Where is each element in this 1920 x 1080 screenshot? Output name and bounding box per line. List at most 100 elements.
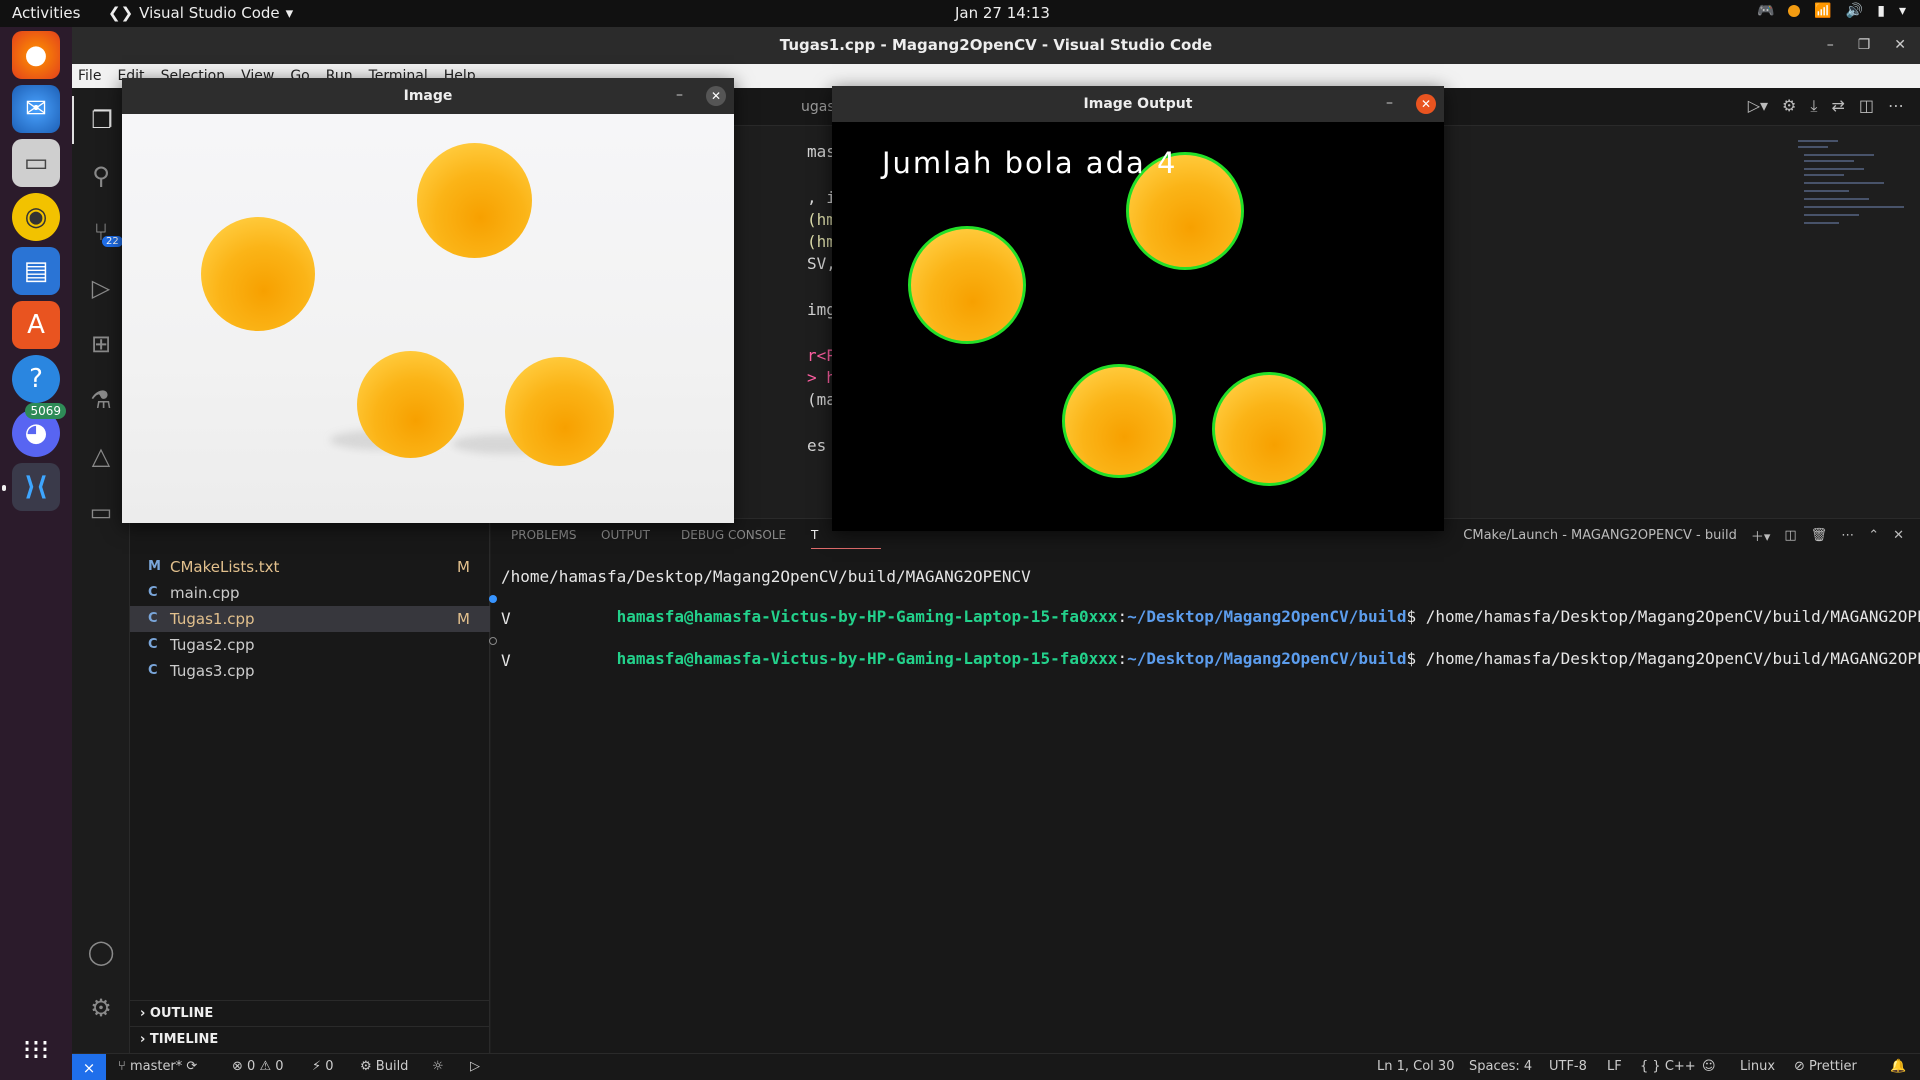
chevron-right-icon: ›: [140, 1006, 150, 1021]
detected-ball: [1062, 364, 1176, 478]
split-terminal-icon[interactable]: ◫: [1784, 528, 1796, 543]
ball-count-label: Jumlah bola ada 4: [882, 146, 1178, 180]
image-output-window-title: Image Output: [832, 86, 1444, 122]
power-icon[interactable]: ▾: [1899, 3, 1906, 19]
wifi-icon[interactable]: 📶: [1814, 3, 1831, 19]
terminal[interactable]: /home/hamasfa/Desktop/Magang2OpenCV/buil…: [489, 553, 1920, 1053]
window-title: Tugas1.cpp - Magang2OpenCV - Visual Stud…: [779, 36, 1213, 54]
problems-status[interactable]: ⊗ 0 ⚠ 0: [232, 1059, 284, 1074]
files-icon[interactable]: ▭: [12, 139, 60, 187]
show-apps-icon[interactable]: ⁝⁝⁝: [12, 1025, 60, 1073]
window-titlebar: Tugas1.cpp - Magang2OpenCV - Visual Stud…: [72, 27, 1920, 64]
run-icon[interactable]: ▷▾: [1748, 96, 1768, 116]
battery-icon[interactable]: ▮: [1877, 3, 1885, 19]
file-cmakelists[interactable]: M CMakeLists.txt M: [130, 554, 490, 580]
accounts-icon[interactable]: ◯: [72, 928, 130, 976]
volume-icon[interactable]: 🔊: [1846, 3, 1863, 19]
firefox-icon[interactable]: ●: [12, 31, 60, 79]
close-icon[interactable]: ✕: [1416, 94, 1436, 114]
outline-label: OUTLINE: [149, 1006, 214, 1021]
tab-terminal[interactable]: T: [811, 528, 881, 549]
encoding[interactable]: UTF-8: [1549, 1059, 1587, 1074]
detected-ball: [908, 226, 1026, 344]
thunderbird-icon[interactable]: ✉: [12, 85, 60, 133]
remote-icon[interactable]: ⨯: [72, 1054, 106, 1080]
tab-debug-console[interactable]: DEBUG CONSOLE: [681, 528, 786, 542]
terminal-prompt-line: hamasfa@hamasfa-Victus-by-HP-Gaming-Lapt…: [616, 649, 1920, 668]
copilot-icon[interactable]: ☺: [1702, 1059, 1716, 1074]
new-terminal-icon[interactable]: ＋▾: [1751, 526, 1771, 545]
formatter[interactable]: ⊘ Prettier: [1794, 1059, 1857, 1074]
discord-tray-icon[interactable]: 🎮: [1757, 3, 1774, 19]
app-center-icon[interactable]: A: [12, 301, 60, 349]
cpp-file-icon: C: [148, 637, 158, 652]
rhythmbox-icon[interactable]: ◉: [12, 193, 60, 241]
discord-icon[interactable]: ◕ 5069: [12, 403, 66, 457]
active-app-indicator: [2, 485, 6, 491]
file-tugas3-cpp[interactable]: C Tugas3.cpp: [130, 658, 490, 684]
chevron-up-icon[interactable]: ⌃: [1868, 528, 1879, 543]
debug-icon[interactable]: ☼: [432, 1059, 444, 1074]
branch-status[interactable]: ⑂ master* ⟳: [118, 1059, 197, 1074]
file-name: main.cpp: [170, 584, 240, 602]
minimap[interactable]: [1798, 140, 1908, 260]
timeline-label: TIMELINE: [149, 1032, 219, 1047]
command-pending-dot-icon[interactable]: [489, 637, 497, 645]
compare-icon[interactable]: ⇄: [1831, 96, 1844, 116]
close-panel-icon[interactable]: ✕: [1893, 528, 1904, 543]
file-name: CMakeLists.txt: [170, 558, 280, 576]
terminal-label[interactable]: CMake/Launch - MAGANG2OPENCV - build: [1463, 528, 1737, 543]
settings-icon[interactable]: ⚙: [1782, 96, 1796, 116]
tab-problems[interactable]: PROBLEMS: [511, 528, 577, 542]
status-bar: ⨯ ⑂ master* ⟳ ⊗ 0 ⚠ 0 ⚡ 0 ⚙ Build ☼ ▷ Ln…: [72, 1053, 1920, 1080]
file-tugas2-cpp[interactable]: C Tugas2.cpp: [130, 632, 490, 658]
terminal-wrap-line: V: [501, 651, 511, 670]
ports-status[interactable]: ⚡ 0: [312, 1059, 334, 1074]
activities-button[interactable]: Activities: [12, 4, 80, 22]
tab-output[interactable]: OUTPUT: [601, 528, 650, 542]
close-icon[interactable]: ✕: [706, 86, 726, 106]
clock[interactable]: Jan 27 14:13: [955, 4, 1050, 22]
gnome-top-bar: Activities ❮❯ Visual Studio Code ▾ Jan 2…: [0, 0, 1920, 27]
minimize-icon[interactable]: –: [1827, 27, 1834, 64]
maximize-icon[interactable]: ❐: [1858, 27, 1871, 64]
window-controls: – ❐ ✕: [1827, 27, 1906, 64]
outline-section[interactable]: › OUTLINE: [130, 1000, 490, 1026]
chevron-down-icon: ▾: [285, 4, 294, 22]
minimize-icon[interactable]: –: [1386, 86, 1393, 120]
minimize-icon[interactable]: –: [676, 78, 683, 112]
language-mode[interactable]: { } C++: [1640, 1059, 1696, 1074]
ball: [357, 351, 464, 458]
cursor-position[interactable]: Ln 1, Col 30: [1377, 1059, 1454, 1074]
more-actions-icon[interactable]: ⋯: [1841, 528, 1854, 543]
notifications-icon[interactable]: 🔔: [1890, 1059, 1906, 1074]
menu-file[interactable]: File: [78, 68, 101, 84]
vscode-icon[interactable]: ⟩⟨: [12, 463, 60, 511]
build-status[interactable]: ⚙ Build: [360, 1059, 408, 1074]
line-ending[interactable]: LF: [1607, 1059, 1622, 1074]
ball: [201, 217, 315, 331]
trash-icon[interactable]: 🗑: [1811, 528, 1828, 543]
file-tugas1-cpp[interactable]: C Tugas1.cpp M: [130, 606, 490, 632]
platform[interactable]: Linux: [1740, 1059, 1775, 1074]
app-menu[interactable]: ❮❯ Visual Studio Code ▾: [108, 4, 293, 22]
help-icon[interactable]: ?: [12, 355, 60, 403]
image-window[interactable]: Image – ✕: [122, 78, 734, 523]
editor-actions: ▷▾ ⚙ ⤓ ⇄ ◫ ⋯: [1748, 96, 1904, 116]
split-editor-icon[interactable]: ◫: [1859, 96, 1874, 116]
download-icon[interactable]: ⤓: [1810, 96, 1817, 116]
cmake-file-icon: M: [148, 559, 161, 574]
timeline-section[interactable]: › TIMELINE: [130, 1026, 490, 1052]
indentation[interactable]: Spaces: 4: [1469, 1059, 1532, 1074]
ball: [417, 143, 532, 258]
image-output-window[interactable]: Image Output – ✕ Jumlah bola ada 4: [832, 86, 1444, 531]
launch-icon[interactable]: ▷: [470, 1059, 480, 1074]
system-tray[interactable]: 🎮 📶 🔊 ▮ ▾: [1757, 3, 1906, 19]
writer-icon[interactable]: ▤: [12, 247, 60, 295]
file-main-cpp[interactable]: C main.cpp: [130, 580, 490, 606]
more-actions-icon[interactable]: ⋯: [1888, 96, 1904, 116]
gear-icon[interactable]: ⚙: [72, 984, 130, 1032]
close-icon[interactable]: ✕: [1894, 27, 1906, 64]
command-success-dot-icon[interactable]: [489, 595, 497, 603]
terminal-wrap-line: V: [501, 609, 511, 628]
